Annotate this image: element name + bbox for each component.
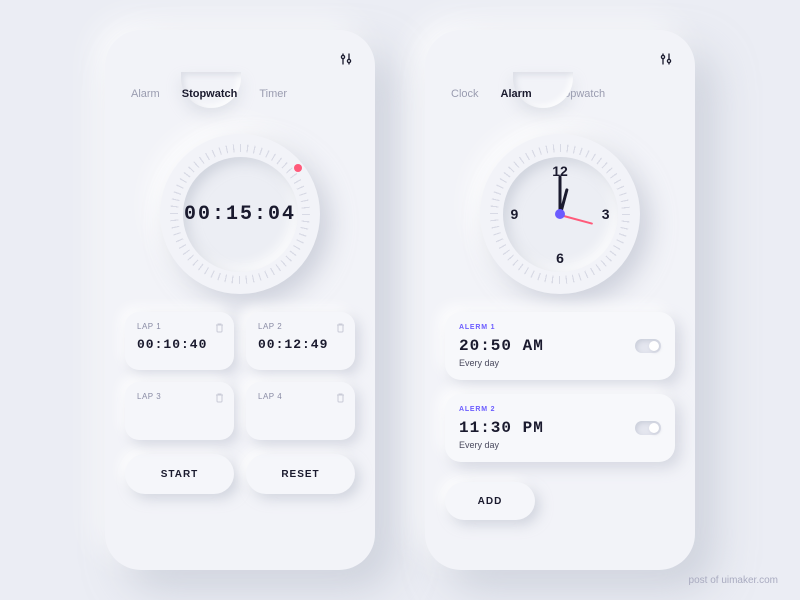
alarm-toggle[interactable] — [635, 339, 661, 353]
trash-icon[interactable] — [215, 390, 224, 408]
lap-card: LAP 3 — [125, 382, 234, 440]
trash-icon[interactable] — [336, 320, 345, 338]
clock-number-9: 9 — [511, 206, 519, 222]
lap-label: LAP 2 — [258, 322, 343, 331]
tab-timer[interactable]: Timer — [259, 80, 287, 108]
lap-card: LAP 2 00:12:49 — [246, 312, 355, 370]
lap-label: LAP 3 — [137, 392, 222, 401]
lap-card: LAP 1 00:10:40 — [125, 312, 234, 370]
lap-card: LAP 4 — [246, 382, 355, 440]
clock-number-3: 3 — [602, 206, 610, 222]
stopwatch-dial: 00:15:04 — [160, 134, 320, 294]
stopwatch-time: 00:15:04 — [184, 203, 296, 226]
start-button[interactable]: START — [125, 454, 234, 494]
lap-label: LAP 1 — [137, 322, 222, 331]
second-hand — [560, 214, 593, 225]
laps-grid: LAP 1 00:10:40 LAP 2 00:12:49 LAP 3 LAP … — [125, 312, 355, 440]
phone-alarm: Clock Alarm Stopwatch 12 3 6 9 ALERM 1 2… — [425, 30, 695, 570]
clock-number-6: 6 — [556, 250, 564, 266]
tab-stopwatch[interactable]: Stopwatch — [182, 80, 238, 108]
tab-clock[interactable]: Clock — [451, 80, 479, 108]
credit-text: post of uimaker.com — [689, 575, 778, 586]
phone-stopwatch: Alarm Stopwatch Timer 00:15:04 LAP 1 00:… — [105, 30, 375, 570]
lap-time: 00:10:40 — [137, 337, 222, 352]
add-button[interactable]: ADD — [445, 482, 535, 520]
alarm-label: ALERM 1 — [459, 324, 661, 331]
progress-indicator-dot — [294, 164, 302, 172]
tab-alarm[interactable]: Alarm — [131, 80, 160, 108]
lap-label: LAP 4 — [258, 392, 343, 401]
clock-face: 12 3 6 9 — [503, 157, 618, 272]
alarm-time: 20:50 AM — [459, 337, 661, 355]
settings-icon[interactable] — [659, 52, 673, 66]
clock-dial: 12 3 6 9 — [480, 134, 640, 294]
clock-center-dot — [555, 209, 565, 219]
reset-button[interactable]: RESET — [246, 454, 355, 494]
trash-icon[interactable] — [336, 390, 345, 408]
alarm-label: ALERM 2 — [459, 406, 661, 413]
alarm-card: ALERM 2 11:30 PM Every day — [445, 394, 675, 462]
tab-alarm[interactable]: Alarm — [501, 80, 532, 108]
alarm-repeat: Every day — [459, 358, 661, 368]
alarm-repeat: Every day — [459, 440, 661, 450]
alarm-toggle[interactable] — [635, 421, 661, 435]
lap-time: 00:12:49 — [258, 337, 343, 352]
alarm-time: 11:30 PM — [459, 419, 661, 437]
alarm-card: ALERM 1 20:50 AM Every day — [445, 312, 675, 380]
dial-inner: 00:15:04 — [183, 157, 298, 272]
trash-icon[interactable] — [215, 320, 224, 338]
settings-icon[interactable] — [339, 52, 353, 66]
